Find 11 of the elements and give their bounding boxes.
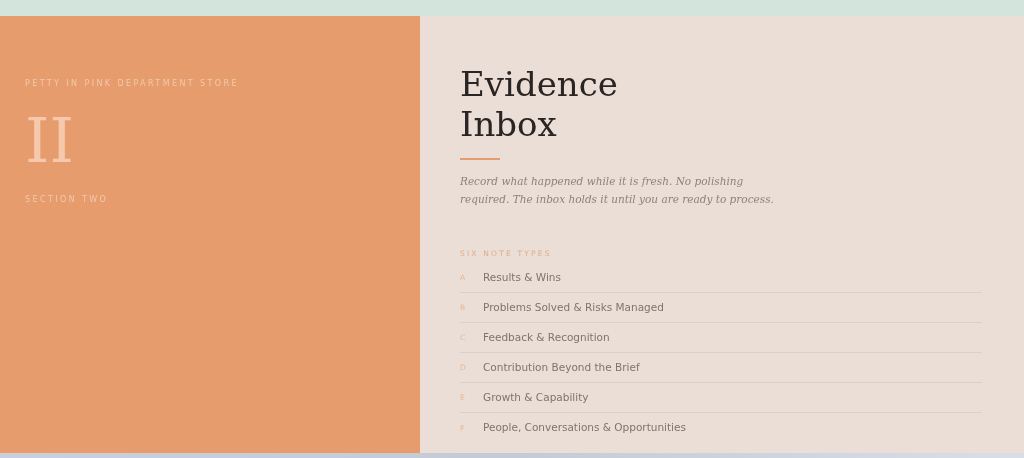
note-type-label: Results & Wins — [483, 269, 561, 285]
section-label: SECTION TWO — [25, 194, 110, 206]
note-type-label: People, Conversations & Opportunities — [483, 420, 686, 436]
note-type-label: Contribution Beyond the Brief — [483, 359, 640, 375]
note-type-label: Feedback & Recognition — [483, 329, 610, 345]
note-type-label: Growth & Capability — [483, 389, 589, 405]
note-type-label: Problems Solved & Risks Managed — [483, 299, 664, 315]
page-title: Evidence Inbox — [460, 64, 619, 144]
section-numeral: II — [25, 110, 75, 172]
intro-paragraph: Record what happened while it is fresh. No polishing required. The inbox holds it until you are ready to process. — [460, 174, 775, 207]
store-name: PETTY IN PINK DEPARTMENT STORE — [25, 78, 240, 90]
